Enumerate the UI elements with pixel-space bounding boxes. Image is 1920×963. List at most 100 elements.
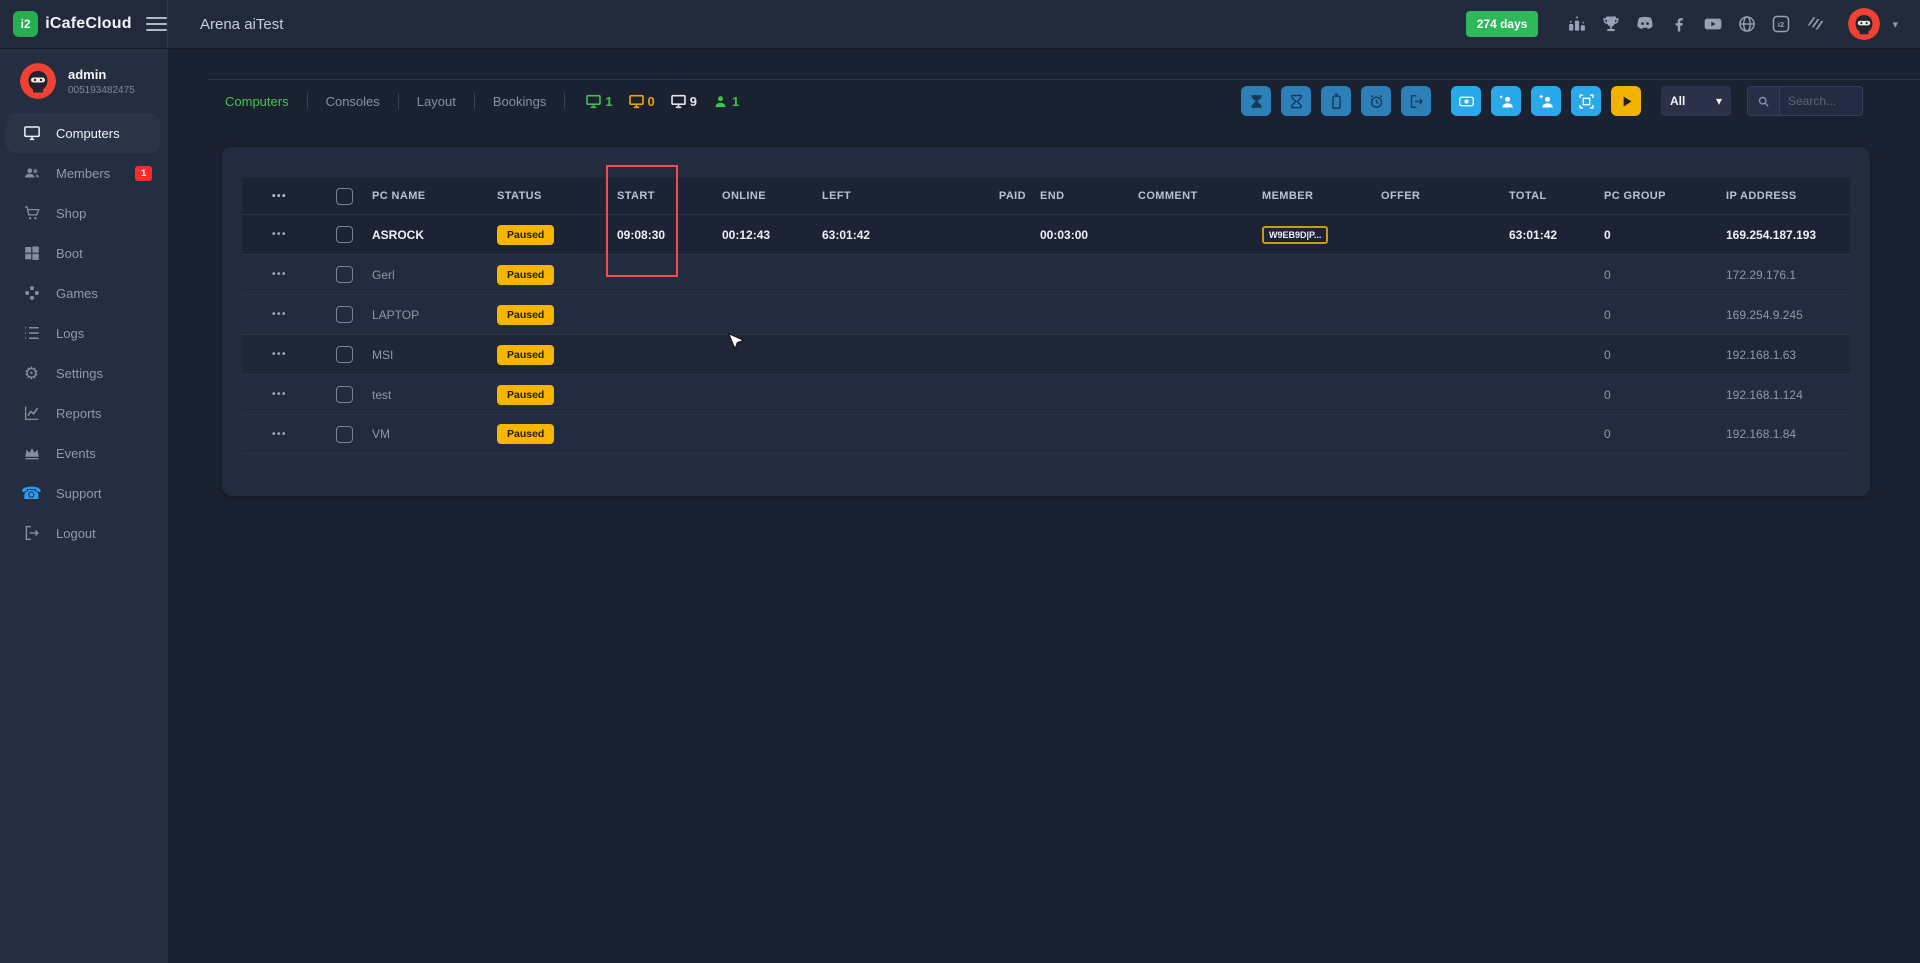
start-button[interactable] xyxy=(1611,86,1641,116)
pc-group: 0 xyxy=(1604,427,1726,441)
sidebar-item-settings[interactable]: ⚙ Settings xyxy=(0,353,168,393)
counter-pcs-total[interactable]: 9 xyxy=(670,94,697,109)
sidebar-item-members[interactable]: Members 1 xyxy=(0,153,168,193)
sidebar-item-logs[interactable]: Logs xyxy=(0,313,168,353)
sidebar-item-label: Settings xyxy=(56,366,103,381)
member-chip[interactable]: W9EB9D|P... xyxy=(1262,226,1328,244)
sidebar-item-label: Reports xyxy=(56,406,102,421)
col-offer: OFFER xyxy=(1381,190,1509,202)
hourglass-icon xyxy=(1248,93,1265,110)
discord-icon[interactable] xyxy=(1634,13,1656,35)
total-time: 63:01:42 xyxy=(1509,228,1604,242)
row-menu[interactable]: ••• xyxy=(272,229,287,240)
sidebar-toggle-button[interactable] xyxy=(146,13,167,35)
pc-group: 0 xyxy=(1604,228,1726,242)
pc-group: 0 xyxy=(1604,348,1726,362)
hourglass-outline-button[interactable] xyxy=(1281,86,1311,116)
facebook-icon[interactable] xyxy=(1668,13,1690,35)
search-icon xyxy=(1748,87,1780,115)
exit-arrow-icon xyxy=(1408,93,1425,110)
alarm-clock-icon xyxy=(1368,93,1385,110)
pc-group: 0 xyxy=(1604,268,1726,282)
sidebar-item-events[interactable]: Events xyxy=(0,433,168,473)
select-all-checkbox[interactable] xyxy=(336,188,353,205)
license-days-badge[interactable]: 274 days xyxy=(1466,11,1539,37)
battery-button[interactable] xyxy=(1321,86,1351,116)
sidebar-item-reports[interactable]: Reports xyxy=(0,393,168,433)
col-total: TOTAL xyxy=(1509,190,1604,202)
pc-name: MSI xyxy=(372,348,497,362)
row-menu[interactable]: ••• xyxy=(272,429,287,440)
add-member-button[interactable] xyxy=(1531,86,1561,116)
view-tabs: Computers Consoles Layout Bookings xyxy=(225,93,565,109)
counter-members-online[interactable]: 1 xyxy=(712,94,739,109)
sidebar-avatar[interactable] xyxy=(20,63,56,99)
row-checkbox[interactable] xyxy=(336,226,353,243)
tab-bookings[interactable]: Bookings xyxy=(475,94,564,109)
sidebar-nav: Computers Members 1 Shop Boot Games xyxy=(0,113,168,553)
tab-consoles[interactable]: Consoles xyxy=(308,94,398,109)
row-checkbox[interactable] xyxy=(336,426,353,443)
cash-button[interactable] xyxy=(1451,86,1481,116)
col-ip-address: IP ADDRESS xyxy=(1726,190,1850,202)
icafe-pay-icon[interactable]: i2 xyxy=(1770,13,1792,35)
ranking-icon[interactable] xyxy=(1566,13,1588,35)
member-cell: W9EB9D|P... xyxy=(1262,226,1381,244)
header-row-menu[interactable]: ••• xyxy=(272,191,287,202)
sidebar-item-label: Logs xyxy=(56,326,84,341)
sidebar-item-boot[interactable]: Boot xyxy=(0,233,168,273)
row-checkbox[interactable] xyxy=(336,306,353,323)
row-checkbox[interactable] xyxy=(336,386,353,403)
person-star-icon xyxy=(1498,93,1515,110)
screenshot-button[interactable] xyxy=(1571,86,1601,116)
phone-icon: ☎ xyxy=(22,484,41,503)
status-badge: Paused xyxy=(497,345,554,365)
checkout-button[interactable] xyxy=(1401,86,1431,116)
pc-group-filter[interactable]: All ▾ xyxy=(1661,86,1731,116)
ip-address: 192.168.1.124 xyxy=(1726,388,1850,402)
add-member-vip-button[interactable] xyxy=(1491,86,1521,116)
computers-table-panel: ••• PC NAME STATUS START ONLINE LEFT PAI… xyxy=(222,147,1870,496)
row-menu[interactable]: ••• xyxy=(272,349,287,360)
sidebar-item-shop[interactable]: Shop xyxy=(0,193,168,233)
user-id: 005193482475 xyxy=(68,85,135,96)
status-badge-wrap: Paused xyxy=(497,385,617,405)
hourglass-filled-button[interactable] xyxy=(1241,86,1271,116)
counter-pcs-in-session[interactable]: 1 xyxy=(585,94,612,109)
sidebar-item-label: Logout xyxy=(56,526,96,541)
tab-computers[interactable]: Computers xyxy=(225,94,307,109)
col-member: MEMBER xyxy=(1262,190,1381,202)
user-avatar[interactable] xyxy=(1848,8,1880,40)
trophy-icon[interactable] xyxy=(1600,13,1622,35)
pc-name: test xyxy=(372,388,497,402)
col-status: STATUS xyxy=(497,190,617,202)
sidebar-item-games[interactable]: Games xyxy=(0,273,168,313)
pc-counters: 1 0 9 1 xyxy=(585,94,739,109)
hourglass-outline-icon xyxy=(1288,93,1305,110)
youtube-icon[interactable] xyxy=(1702,13,1724,35)
timer-button[interactable] xyxy=(1361,86,1391,116)
chart-icon xyxy=(22,404,41,423)
tab-layout[interactable]: Layout xyxy=(399,94,474,109)
monitor-icon xyxy=(22,124,41,143)
row-menu[interactable]: ••• xyxy=(272,309,287,320)
globe-icon[interactable] xyxy=(1736,13,1758,35)
row-checkbox[interactable] xyxy=(336,266,353,283)
sidebar-item-computers[interactable]: Computers xyxy=(6,113,160,153)
sidebar-user: admin 005193482475 xyxy=(0,49,168,111)
monitor-paused-icon xyxy=(628,94,645,109)
ip-address: 172.29.176.1 xyxy=(1726,268,1850,282)
left-time: 63:01:42 xyxy=(822,228,952,242)
sidebar-item-label: Support xyxy=(56,486,102,501)
sidebar-item-support[interactable]: ☎ Support xyxy=(0,473,168,513)
row-checkbox[interactable] xyxy=(336,346,353,363)
row-menu[interactable]: ••• xyxy=(272,269,287,280)
sidebar-item-label: Members xyxy=(56,166,110,181)
chevron-down-icon[interactable]: ▾ xyxy=(1892,18,1898,31)
layers-icon[interactable] xyxy=(1804,13,1826,35)
counter-pcs-paused[interactable]: 0 xyxy=(628,94,655,109)
status-badge: Paused xyxy=(497,424,554,444)
sidebar-item-logout[interactable]: Logout xyxy=(0,513,168,553)
search-input[interactable] xyxy=(1780,94,1862,108)
row-menu[interactable]: ••• xyxy=(272,389,287,400)
